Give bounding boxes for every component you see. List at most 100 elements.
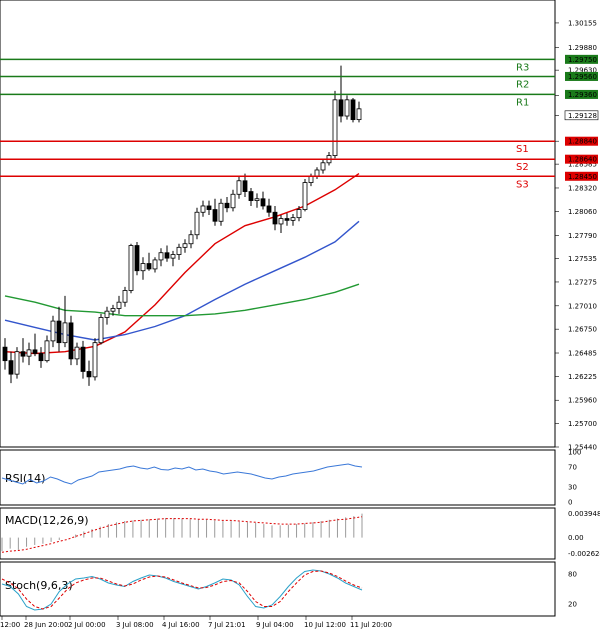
- candle-body: [212, 209, 218, 222]
- candle-body: [50, 320, 56, 342]
- candle-body: [68, 322, 74, 360]
- candle-body: [236, 180, 242, 195]
- candle-body: [134, 245, 140, 272]
- candle-body: [164, 252, 170, 259]
- level-price-label: 1.28450: [568, 173, 597, 181]
- candle-body: [182, 243, 188, 248]
- price-tick-label: 1.26750: [568, 326, 597, 334]
- candle-body: [224, 202, 230, 209]
- price-panel-frame: [0, 0, 556, 448]
- candle-body: [80, 346, 86, 372]
- level-name: R1: [516, 97, 529, 108]
- candle-body: [356, 108, 362, 121]
- candle-body: [14, 351, 20, 375]
- level-name: R3: [516, 62, 529, 73]
- candle-body: [302, 182, 308, 210]
- rsi-axis: 100 70 30 0: [568, 449, 581, 507]
- candle-body: [92, 342, 98, 378]
- candle-body: [104, 310, 110, 318]
- candle-body: [218, 202, 224, 222]
- level-name: S3: [516, 179, 529, 190]
- level-price-label: 1.29560: [568, 73, 597, 81]
- stoch-title: Stoch(9,6,3): [5, 579, 73, 592]
- time-tick-label: 3 Jul 08:00: [116, 621, 154, 629]
- time-tick-label: 10 Jul 12:00: [304, 621, 346, 629]
- time-tick-label: 28 Jun 20:00: [24, 621, 68, 629]
- candle-body: [38, 353, 44, 362]
- candle-body: [146, 263, 152, 270]
- candle-body: [122, 290, 128, 303]
- price-tick-label: 1.30155: [568, 19, 597, 27]
- price-axis: 1.301551.298801.296301.293501.291281.288…: [555, 19, 597, 452]
- price-tick-label: 1.26485: [568, 350, 597, 358]
- candle-body: [308, 175, 314, 183]
- candle-body: [320, 162, 326, 171]
- level-price-label: 1.29750: [568, 56, 597, 64]
- candle-body: [158, 252, 164, 261]
- candle-body: [230, 193, 236, 209]
- candle-body: [128, 245, 134, 291]
- time-tick-label: 11 Jul 20:00: [350, 621, 392, 629]
- macd-panel: MACD(12,26,9) 0.003948 0.00 -0.002624: [0, 507, 600, 560]
- candle-body: [188, 234, 194, 245]
- price-tick-label: 1.29880: [568, 44, 597, 52]
- level-name: S1: [516, 144, 529, 155]
- time-axis: 12:00 28 Jun 20:00 2 Jul 00:00 3 Jul 08:00 4…: [0, 616, 392, 629]
- price-tick-label: 1.28320: [568, 184, 597, 192]
- candle-body: [2, 346, 8, 362]
- stoch-tick-label: 20: [568, 601, 577, 609]
- candle-body: [332, 99, 338, 156]
- time-tick-label: 2 Jul 00:00: [68, 621, 106, 629]
- candle-body: [20, 351, 26, 357]
- candle-body: [56, 320, 62, 344]
- level-price-label: 1.29360: [568, 91, 597, 99]
- candle-body: [170, 254, 176, 259]
- level-name: R2: [516, 79, 529, 90]
- candle-body: [32, 349, 38, 354]
- candle-body: [254, 198, 260, 201]
- price-tick-label: 1.27790: [568, 232, 597, 240]
- time-tick-label: 7 Jul 21:01: [208, 621, 246, 629]
- price-tick-label: 1.26225: [568, 373, 597, 381]
- candle-body: [206, 205, 212, 210]
- candle-body: [152, 259, 158, 270]
- candle-body: [62, 322, 68, 344]
- price-tick-label: 1.27275: [568, 278, 597, 286]
- time-tick-label: 4 Jul 16:00: [162, 621, 200, 629]
- candle-body: [314, 169, 320, 177]
- macd-tick-label: 0.003948: [568, 510, 600, 518]
- candle-body: [176, 246, 182, 255]
- price-tick-label: 1.27535: [568, 255, 597, 263]
- candle-body: [194, 211, 200, 236]
- candle-body: [260, 198, 266, 207]
- current-price-marker: 1.29128: [564, 110, 599, 121]
- macd-tick-label: -0.002624: [568, 550, 600, 558]
- candle-body: [338, 99, 344, 117]
- candle-body: [350, 99, 356, 121]
- candle-body: [74, 346, 80, 360]
- stoch-tick-label: 80: [568, 571, 577, 579]
- price-panel: 1.301551.298801.296301.293501.291281.288…: [0, 0, 599, 452]
- candle-body: [26, 349, 32, 357]
- candle-body: [242, 180, 248, 192]
- price-tick-label: 1.25960: [568, 397, 597, 405]
- candle-body: [200, 205, 206, 213]
- candle-body: [116, 301, 122, 309]
- candle-body: [44, 340, 50, 362]
- time-tick-label: 12:00: [0, 621, 20, 629]
- candle-body: [8, 360, 14, 375]
- price-tick-label: 1.28060: [568, 208, 597, 216]
- forex-chart: 1.301551.298801.296301.293501.291281.288…: [0, 0, 600, 629]
- candle-body: [284, 218, 290, 221]
- candle-body: [272, 211, 278, 225]
- macd-axis: 0.003948 0.00 -0.002624: [568, 510, 600, 558]
- price-tick-label: 1.27010: [568, 302, 597, 310]
- candle-body: [290, 217, 296, 221]
- stoch-axis: 80 20: [568, 571, 577, 609]
- candle-body: [110, 308, 116, 312]
- rsi-panel: RSI(14) 100 70 30 0: [0, 449, 581, 507]
- macd-tick-label: 0.00: [568, 534, 584, 542]
- candle-body: [344, 99, 350, 117]
- level-price-label: 1.28840: [568, 138, 597, 146]
- candle-body: [86, 371, 92, 378]
